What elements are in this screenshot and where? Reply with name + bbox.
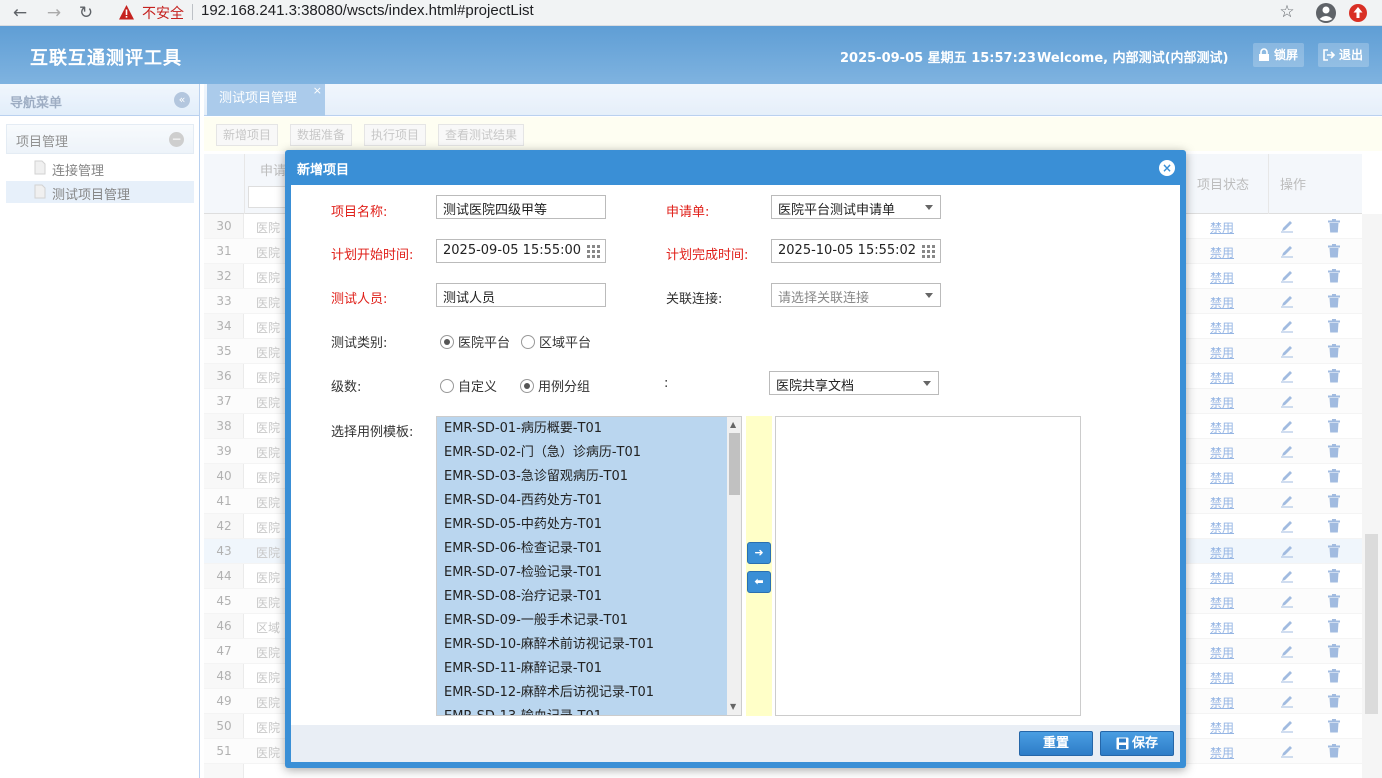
radio-dot[interactable] <box>440 379 454 393</box>
radio-case-group[interactable]: 用例分组 <box>520 376 590 395</box>
header-welcome: Welcome, 内部测试(内部测试) <box>1037 51 1229 66</box>
lock-screen-button[interactable]: 锁屏 <box>1253 43 1305 67</box>
apply-form-select[interactable]: 医院平台测试申请单 <box>771 195 941 219</box>
caret-down-icon <box>925 293 933 298</box>
tester-input[interactable]: 测试人员 <box>436 283 606 307</box>
template-source-list[interactable]: EMR-SD-01-病历概要-T01 EMR-SD-02-门（急）诊病历-T01 E… <box>436 416 742 716</box>
plan-start-input[interactable]: 2025-09-05 15:55:00 <box>436 239 606 263</box>
link-placeholder: 请选择关联连接 <box>778 291 870 306</box>
plan-start-label: 计划开始时间: <box>331 248 414 263</box>
profile-avatar-icon[interactable] <box>1315 2 1337 24</box>
logout-label: 退出 <box>1339 48 1364 62</box>
radio-hospital-platform[interactable]: 医院平台 <box>440 332 510 351</box>
browser-toolbar: ← → ↻ 不安全 192.168.241.3:38080/wscts/inde… <box>0 0 1382 26</box>
doc-type-select[interactable]: 医院共享文档 <box>769 371 939 395</box>
radio-label: 自定义 <box>458 380 498 395</box>
caret-down-icon <box>923 381 931 386</box>
list-item[interactable]: EMR-SD-02-门（急）诊病历-T01 <box>437 441 727 465</box>
list-item[interactable]: EMR-SD-08-治疗记录-T01 <box>437 585 727 609</box>
header-datetime: 2025-09-05 星期五 15:57:23 <box>840 51 1036 66</box>
close-icon[interactable]: × <box>1159 160 1175 176</box>
save-label: 保存 <box>1131 736 1158 751</box>
save-icon <box>1116 737 1129 750</box>
reload-icon[interactable]: ↻ <box>74 1 98 25</box>
radio-region-platform[interactable]: 区域平台 <box>521 332 591 351</box>
dialog-body: 项目名称: 测试医院四级甲等 申请单: 医院平台测试申请单 计划开始时间: 20… <box>291 185 1180 725</box>
calendar-icon[interactable] <box>587 245 601 258</box>
calendar-icon[interactable] <box>922 245 936 258</box>
app-title: 互联互通测评工具 <box>30 48 182 69</box>
apply-form-value: 医院平台测试申请单 <box>778 203 896 218</box>
dialog-footer: 重置 保存 <box>291 725 1180 762</box>
forward-icon[interactable]: → <box>42 1 66 25</box>
logout-icon <box>1323 49 1336 61</box>
logout-button[interactable]: 退出 <box>1318 43 1370 67</box>
lock-icon <box>1259 48 1269 61</box>
back-icon[interactable]: ← <box>8 1 32 25</box>
add-project-dialog: 新增项目 × 项目名称: 测试医院四级甲等 申请单: 医院平台测试申请单 计划开… <box>285 150 1186 768</box>
save-button[interactable]: 保存 <box>1100 731 1174 756</box>
radio-dot[interactable] <box>440 335 454 349</box>
plan-start-value: 2025-09-05 15:55:00 <box>443 243 582 258</box>
update-icon[interactable] <box>1347 2 1369 24</box>
list-item[interactable]: EMR-SD-04-西药处方-T01 <box>437 489 727 513</box>
scroll-up-icon[interactable]: ▲ <box>730 420 736 429</box>
radio-label: 区域平台 <box>539 336 592 351</box>
project-name-label: 项目名称: <box>331 205 388 220</box>
link-select[interactable]: 请选择关联连接 <box>771 283 941 307</box>
transfer-controls: ➜ ⬅ <box>746 416 772 716</box>
list-item[interactable]: EMR-SD-11-麻醉记录-T01 <box>437 657 727 681</box>
template-target-list[interactable] <box>775 416 1081 716</box>
template-label: 选择用例模板: <box>331 425 414 440</box>
app-header: 互联互通测评工具 2025-09-05 星期五 15:57:23 Welcome… <box>0 26 1382 84</box>
list-item[interactable]: EMR-SD-13-输血记录-T01 <box>437 705 727 715</box>
insecure-label[interactable]: 不安全 <box>142 3 184 23</box>
list-item[interactable]: EMR-SD-05-中药处方-T01 <box>437 513 727 537</box>
project-name-input[interactable]: 测试医院四级甲等 <box>436 195 606 219</box>
plan-end-label: 计划完成时间: <box>666 248 749 263</box>
category-label: 测试类别: <box>331 336 388 351</box>
warning-icon <box>119 5 134 20</box>
tester-label: 测试人员: <box>331 292 388 307</box>
radio-dot[interactable] <box>521 335 535 349</box>
radio-custom[interactable]: 自定义 <box>440 376 497 395</box>
lock-label: 锁屏 <box>1274 48 1299 62</box>
colon-label: : <box>664 376 669 391</box>
scroll-down-icon[interactable]: ▼ <box>730 702 736 711</box>
link-label: 关联连接: <box>666 292 723 307</box>
radio-label: 医院平台 <box>458 336 511 351</box>
caret-down-icon <box>925 205 933 210</box>
list-item[interactable]: EMR-SD-10-麻醉术前访视记录-T01 <box>437 633 727 657</box>
template-list-items: EMR-SD-01-病历概要-T01 EMR-SD-02-门（急）诊病历-T01 E… <box>437 417 727 715</box>
dialog-title: 新增项目 <box>297 163 350 178</box>
list-item[interactable]: EMR-SD-07-检验记录-T01 <box>437 561 727 585</box>
reset-button[interactable]: 重置 <box>1019 731 1093 756</box>
radio-dot[interactable] <box>520 379 534 393</box>
bookmark-star-icon[interactable]: ☆ <box>1276 1 1298 23</box>
apply-form-label: 申请单: <box>666 205 710 220</box>
list-item[interactable]: EMR-SD-12-麻醉术后访视记录-T01 <box>437 681 727 705</box>
move-left-button[interactable]: ⬅ <box>747 571 771 593</box>
list-item[interactable]: EMR-SD-01-病历概要-T01 <box>437 417 727 441</box>
address-separator <box>192 4 193 20</box>
plan-end-input[interactable]: 2025-10-05 15:55:02 <box>771 239 941 263</box>
address-url[interactable]: 192.168.241.3:38080/wscts/index.html#pro… <box>201 2 534 19</box>
doc-type-value: 医院共享文档 <box>776 379 855 394</box>
radio-label: 用例分组 <box>538 380 591 395</box>
list-item[interactable]: EMR-SD-09-一般手术记录-T01 <box>437 609 727 633</box>
list-item[interactable]: EMR-SD-03-急诊留观病历-T01 <box>437 465 727 489</box>
plan-end-value: 2025-10-05 15:55:02 <box>778 243 917 258</box>
scroll-thumb[interactable] <box>729 433 740 495</box>
move-right-button[interactable]: ➜ <box>747 542 771 564</box>
level-label: 级数: <box>331 380 362 395</box>
template-list-scrollbar[interactable]: ▲ ▼ <box>727 417 741 715</box>
list-item[interactable]: EMR-SD-06-检查记录-T01 <box>437 537 727 561</box>
